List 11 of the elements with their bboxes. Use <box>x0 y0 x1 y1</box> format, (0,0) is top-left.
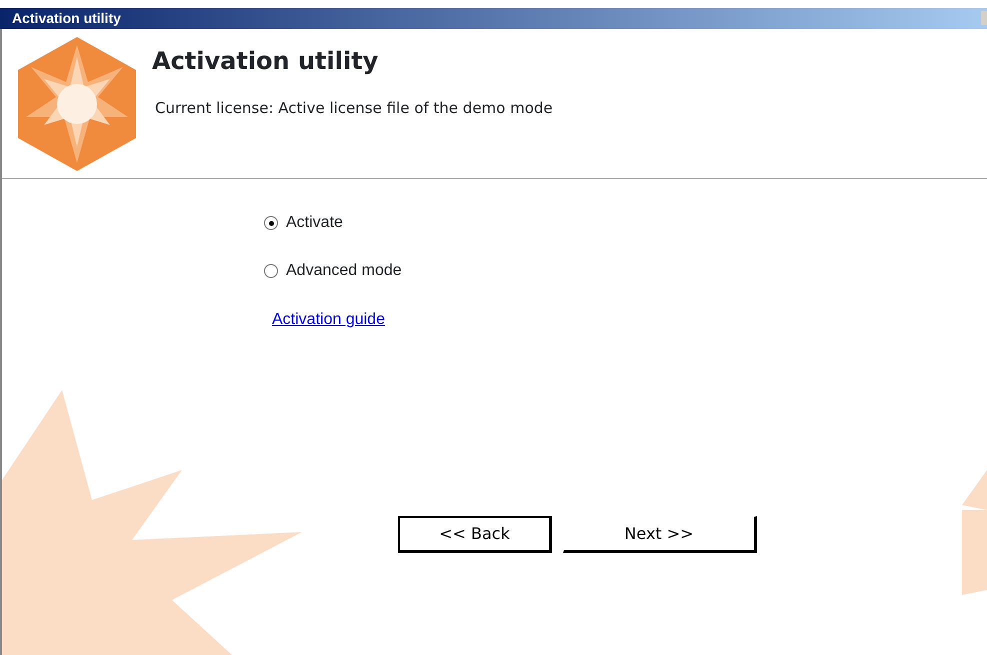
activation-guide-link[interactable]: Activation guide <box>272 308 385 332</box>
license-text: Current license: Active license file of the demo mode <box>155 98 553 119</box>
radio-button[interactable] <box>264 216 278 230</box>
radio-label[interactable]: Advanced mode <box>286 259 402 283</box>
star-logo-icon <box>18 36 136 170</box>
back-button[interactable]: << Back <box>398 516 552 553</box>
next-button[interactable]: Next >> <box>563 516 757 553</box>
window-title: Activation utility <box>0 8 987 29</box>
radio-label[interactable]: Activate <box>286 211 343 235</box>
radio-button[interactable] <box>264 264 278 278</box>
header-title: Activation utility <box>152 46 380 77</box>
